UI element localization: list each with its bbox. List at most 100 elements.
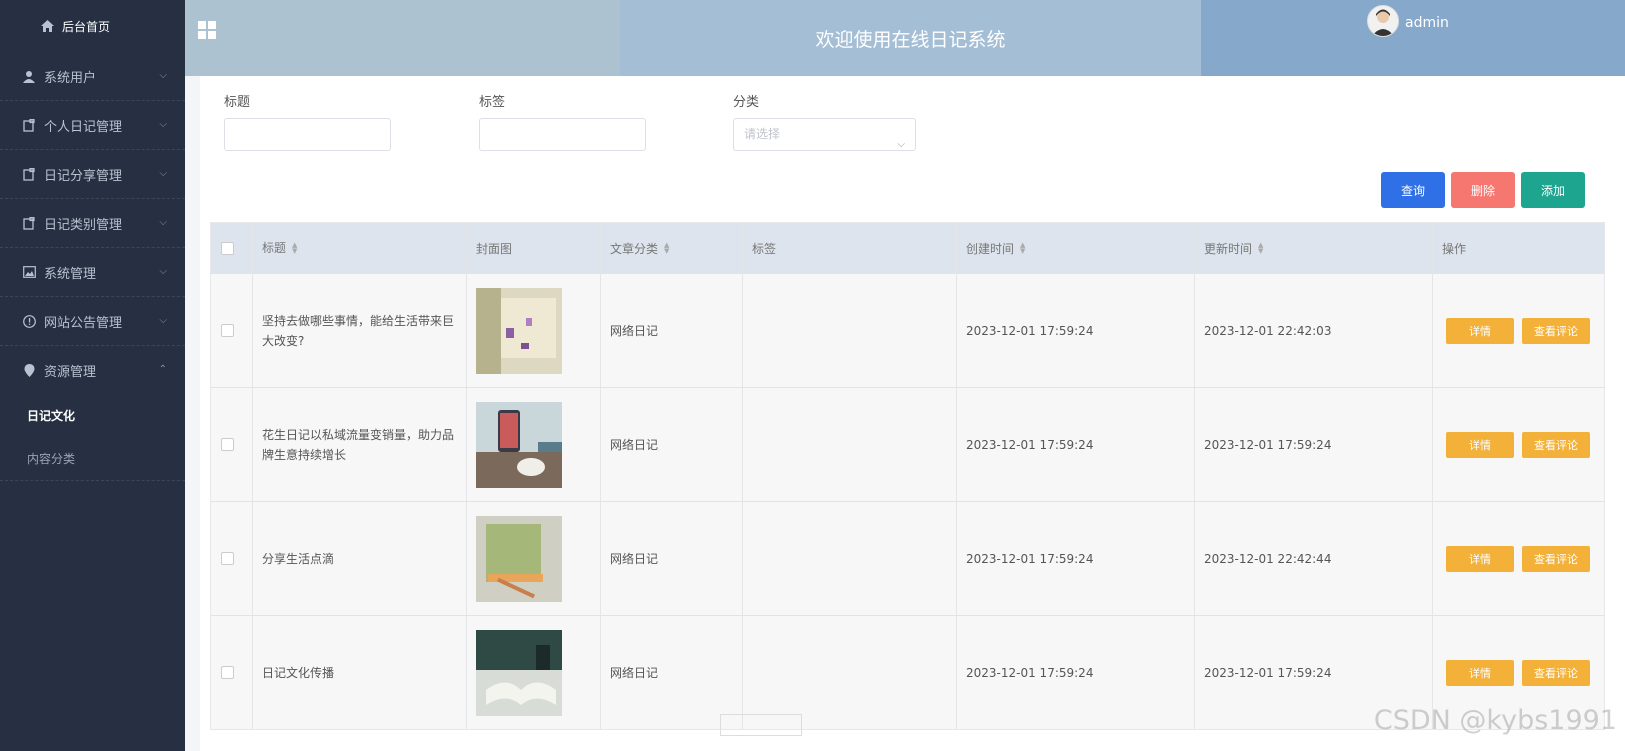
cover-image [476, 629, 562, 716]
chevron-up-icon: ⌃ [158, 364, 167, 375]
chevron-down-icon: ⌵ [159, 315, 167, 326]
chevron-down-icon: ⌵ [897, 139, 905, 150]
row-created: 2023-12-01 17:59:24 [957, 388, 1195, 501]
sidebar-item-label: 日记类别管理 [44, 217, 123, 233]
sidebar-home-label: 后台首页 [62, 19, 111, 34]
column-header-actions: 操作 [1442, 241, 1467, 256]
sidebar-item-system-management[interactable]: 系统管理 ⌵ [0, 248, 185, 297]
row-category: 网络日记 [601, 388, 743, 501]
page-title: 欢迎使用在线日记系统 [620, 0, 1201, 76]
column-header-tag: 标签 [752, 241, 777, 256]
row-created: 2023-12-01 17:59:24 [957, 502, 1195, 615]
row-tag [743, 388, 957, 501]
sidebar-item-label: 资源管理 [44, 364, 97, 380]
row-category: 网络日记 [601, 274, 743, 387]
row-category: 网络日记 [601, 616, 743, 729]
row-checkbox[interactable] [221, 324, 234, 337]
query-button[interactable]: 查询 [1381, 172, 1445, 208]
add-button[interactable]: 添加 [1521, 172, 1585, 208]
row-created: 2023-12-01 17:59:24 [957, 274, 1195, 387]
sort-icon[interactable]: ▲ ▼ [1258, 242, 1263, 255]
select-all-checkbox[interactable] [221, 241, 234, 255]
column-header-category[interactable]: 文章分类 [610, 240, 658, 257]
column-header-updated[interactable]: 更新时间 [1204, 240, 1252, 257]
chevron-down-icon: ⌵ [159, 266, 167, 277]
sort-icon[interactable]: ▲ ▼ [1020, 242, 1025, 255]
category-search-label: 分类 [733, 95, 760, 110]
sidebar-item-system-users[interactable]: 系统用户 ⌵ [0, 52, 185, 101]
delete-button[interactable]: 删除 [1451, 172, 1515, 208]
info-icon [22, 314, 36, 328]
sidebar-item-diary-category[interactable]: 日记类别管理 ⌵ [0, 199, 185, 248]
sidebar-item-personal-diary[interactable]: 个人日记管理 ⌵ [0, 101, 185, 150]
location-icon [22, 363, 36, 377]
sidebar: 后台首页 系统用户 ⌵ 个人日记管理 ⌵ 日记分享管理 ⌵ 日记类别管理 ⌵ 系… [0, 0, 185, 751]
sort-icon[interactable]: ▲ ▼ [292, 242, 297, 255]
row-updated: 2023-12-01 22:42:44 [1195, 502, 1433, 615]
sidebar-item-label: 系统用户 [44, 70, 97, 86]
view-comments-button[interactable]: 查看评论 [1522, 431, 1590, 458]
image-icon [22, 265, 36, 279]
detail-button[interactable]: 详情 [1446, 545, 1514, 572]
row-tag [743, 274, 957, 387]
detail-button[interactable]: 详情 [1446, 317, 1514, 344]
row-title: 日记文化传播 [253, 616, 467, 729]
chevron-down-icon: ⌵ [159, 168, 167, 179]
row-title: 分享生活点滴 [253, 502, 467, 615]
sort-icon[interactable]: ▲ ▼ [664, 242, 669, 255]
view-comments-button[interactable]: 查看评论 [1522, 659, 1590, 686]
tag-search-label: 标签 [479, 95, 506, 110]
category-select-placeholder: 请选择 [744, 127, 781, 141]
title-search-label: 标题 [224, 95, 251, 110]
row-updated: 2023-12-01 17:59:24 [1195, 388, 1433, 501]
watermark: CSDN @kybs1991 [1373, 705, 1617, 736]
title-search-input[interactable] [224, 118, 391, 151]
category-select[interactable]: 请选择 ⌵ [733, 118, 916, 151]
column-header-title[interactable]: 标题 [262, 238, 286, 258]
cover-image [476, 515, 562, 602]
document-icon [22, 167, 36, 181]
row-updated: 2023-12-01 22:42:03 [1195, 274, 1433, 387]
column-header-cover: 封面图 [476, 241, 513, 256]
sidebar-home[interactable]: 后台首页 [0, 0, 185, 52]
cover-image [476, 401, 562, 488]
page-size-select[interactable] [720, 714, 802, 736]
sidebar-item-label: 系统管理 [44, 266, 97, 282]
tag-search-input[interactable] [479, 118, 646, 151]
sidebar-subitem-content-category[interactable]: 内容分类 [0, 437, 185, 480]
table-header: 标题 ▲ ▼ 封面图 文章分类 ▲ ▼ 标签 创建时间 ▲ ▼ 更新时间 ▲ ▼ 操作 [211, 223, 1604, 273]
row-tag [743, 616, 957, 729]
avatar[interactable] [1367, 5, 1399, 37]
sidebar-item-diary-share[interactable]: 日记分享管理 ⌵ [0, 150, 185, 199]
chevron-down-icon: ⌵ [159, 119, 167, 130]
table-row: 花生日记以私域流量变销量，助力品牌生意持续增长 网络日记 2023-12-01 … [211, 387, 1604, 501]
user-name[interactable]: admin [1405, 15, 1449, 31]
sidebar-item-resources[interactable]: 资源管理 ⌃ [0, 346, 185, 394]
row-checkbox[interactable] [221, 552, 234, 565]
data-table: 标题 ▲ ▼ 封面图 文章分类 ▲ ▼ 标签 创建时间 ▲ ▼ 更新时间 ▲ ▼ 操作 坚持去做… [210, 222, 1605, 730]
document-icon [22, 118, 36, 132]
view-comments-button[interactable]: 查看评论 [1522, 317, 1590, 344]
column-header-created[interactable]: 创建时间 [966, 240, 1014, 257]
row-created: 2023-12-01 17:59:24 [957, 616, 1195, 729]
sidebar-item-label: 个人日记管理 [44, 119, 123, 135]
row-tag [743, 502, 957, 615]
view-comments-button[interactable]: 查看评论 [1522, 545, 1590, 572]
row-checkbox[interactable] [221, 438, 234, 451]
sidebar-item-label: 日记分享管理 [44, 168, 123, 184]
document-icon [22, 216, 36, 230]
row-checkbox[interactable] [221, 666, 234, 679]
detail-button[interactable]: 详情 [1446, 431, 1514, 458]
sidebar-item-announcements[interactable]: 网站公告管理 ⌵ [0, 297, 185, 346]
row-title: 坚持去做哪些事情，能给生活带来巨大改变? [253, 274, 467, 387]
grid-menu-icon[interactable] [198, 21, 216, 39]
sidebar-subitem-diary-culture[interactable]: 日记文化 [0, 394, 185, 437]
pagination [720, 714, 802, 736]
sidebar-item-label: 网站公告管理 [44, 315, 123, 331]
main-content: 标题 标签 分类 请选择 ⌵ 查询 删除 添加 标题 ▲ ▼ 封面图 文章分类 ▲ ▼ … [200, 76, 1625, 751]
row-title: 花生日记以私域流量变销量，助力品牌生意持续增长 [253, 388, 467, 501]
chevron-down-icon: ⌵ [159, 217, 167, 228]
table-row: 坚持去做哪些事情，能给生活带来巨大改变? 网络日记 2023-12-01 17:… [211, 273, 1604, 387]
detail-button[interactable]: 详情 [1446, 659, 1514, 686]
table-row: 分享生活点滴 网络日记 2023-12-01 17:59:24 2023-12-… [211, 501, 1604, 615]
